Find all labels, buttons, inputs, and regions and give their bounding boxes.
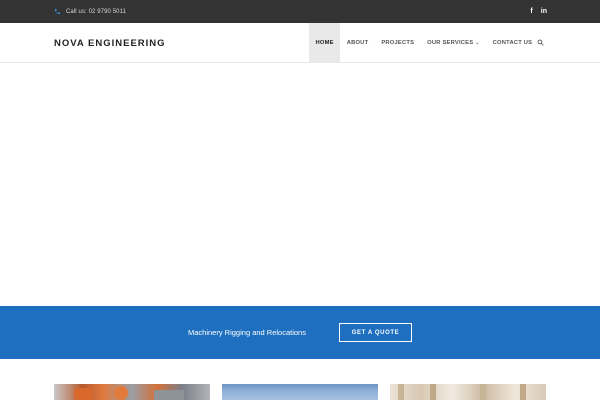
site-header: NOVA ENGINEERING HOME ABOUT PROJECTS OUR… (0, 23, 600, 63)
nav-item-label: HOME (315, 39, 334, 46)
nav-item-label: CONTACT US (492, 39, 533, 46)
nav-item-label: ABOUT (346, 39, 369, 46)
call-us-text: Call us: 02 9790 5011 (66, 8, 127, 15)
phone-icon (54, 8, 61, 15)
site-logo[interactable]: NOVA ENGINEERING (54, 23, 166, 63)
get-a-quote-button[interactable]: GET A QUOTE (339, 323, 412, 342)
hero-slider (0, 63, 600, 306)
cta-band: Machinery Rigging and Relocations (0, 306, 600, 359)
nav-item-about[interactable]: ABOUT (340, 23, 375, 62)
nav-item-contact-us[interactable]: CONTACT US (486, 23, 539, 62)
nav-item-label: OUR SERVICES (427, 39, 474, 46)
chevron-down-icon: ⌄ (475, 39, 480, 46)
nav-item-our-services[interactable]: OUR SERVICES ⌄ (421, 23, 487, 62)
nav-item-home[interactable]: HOME (309, 23, 341, 62)
call-info: Call us: 02 9790 5011 (54, 0, 126, 23)
service-card-image[interactable] (54, 384, 210, 400)
main-nav: HOME ABOUT PROJECTS OUR SERVICES ⌄ CONTAC… (309, 23, 539, 62)
facebook-icon[interactable]: f (530, 8, 532, 15)
social-links: f in (530, 0, 547, 23)
nav-item-label: PROJECTS (381, 39, 415, 46)
service-card-image[interactable] (222, 384, 378, 400)
linkedin-icon[interactable]: in (541, 8, 547, 15)
nav-item-projects[interactable]: PROJECTS (375, 23, 421, 62)
search-icon[interactable] (537, 23, 544, 62)
top-bar: Call us: 02 9790 5011 f in (0, 0, 600, 23)
cta-text: Machinery Rigging and Relocations (188, 328, 306, 337)
service-card-image[interactable] (390, 384, 546, 400)
